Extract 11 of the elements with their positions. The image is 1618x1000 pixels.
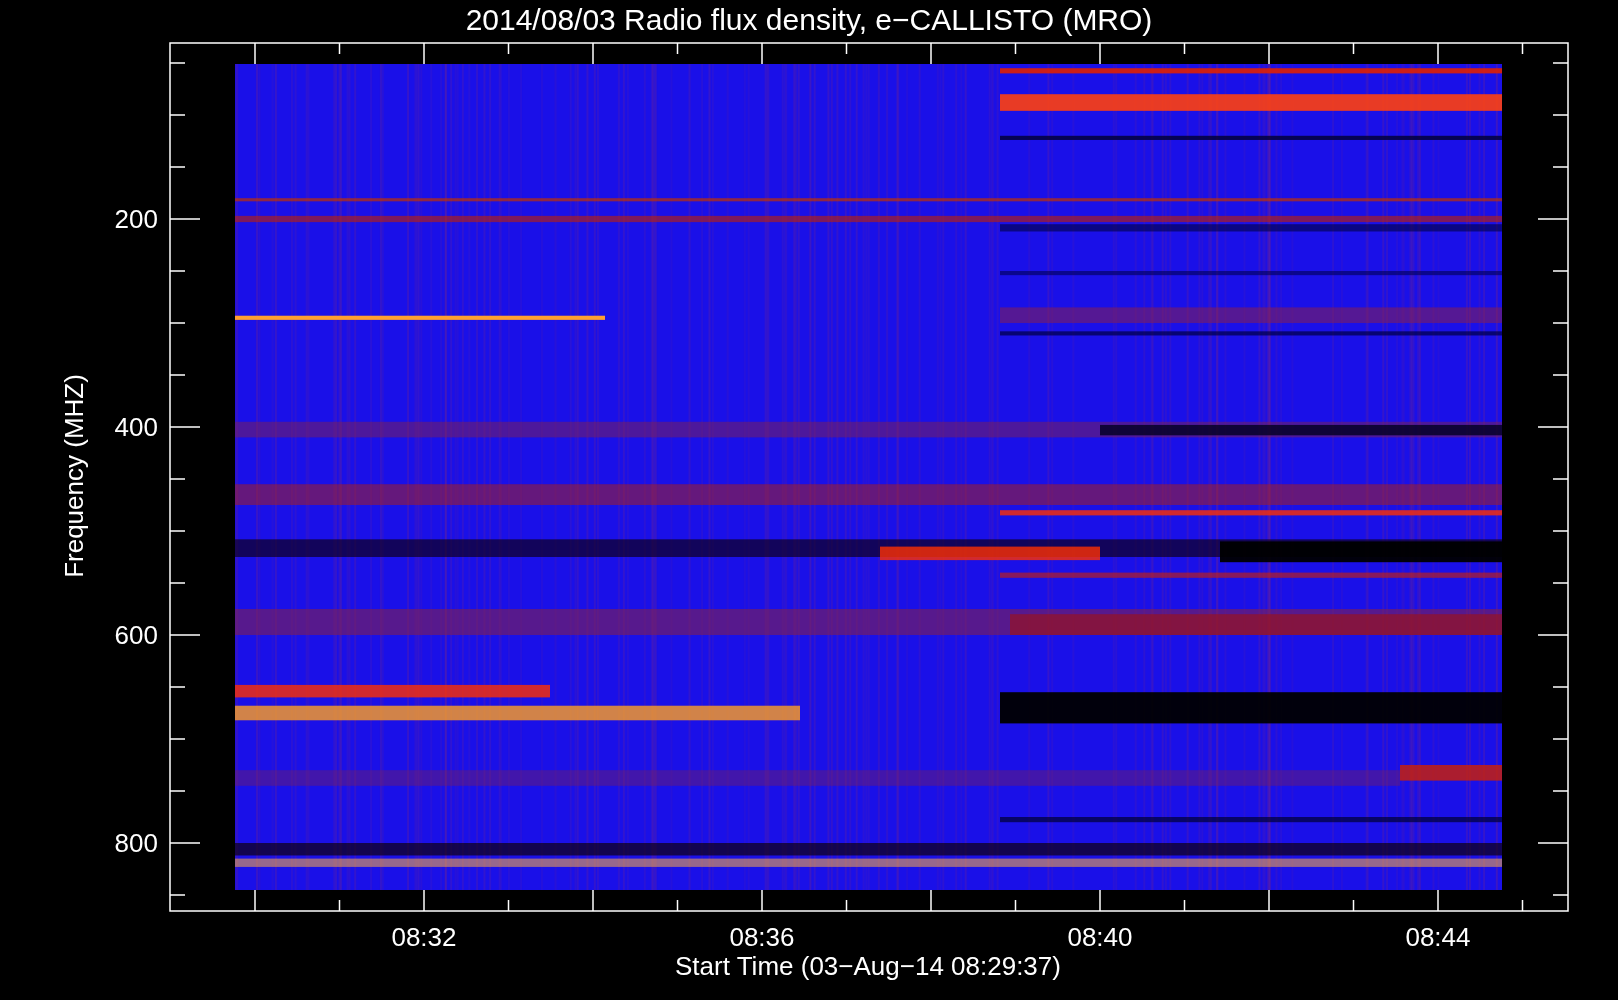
y-tick-label: 200 [114,204,158,234]
x-tick-label: 08:40 [1067,922,1133,952]
y-axis-label: Frequency (MHZ) [59,374,89,578]
chart-title: 2014/08/03 Radio flux density, e−CALLISTO (MRO) [465,3,1153,36]
y-tick-label: 400 [114,412,158,442]
x-tick-label: 08:36 [729,922,795,952]
y-tick-label: 800 [114,828,158,858]
y-tick-label: 600 [114,620,158,650]
x-tick-label: 08:32 [391,922,457,952]
x-axis-label: Start Time (03−Aug−14 08:29:37) [675,951,1061,981]
x-tick-label: 08:44 [1405,922,1471,952]
